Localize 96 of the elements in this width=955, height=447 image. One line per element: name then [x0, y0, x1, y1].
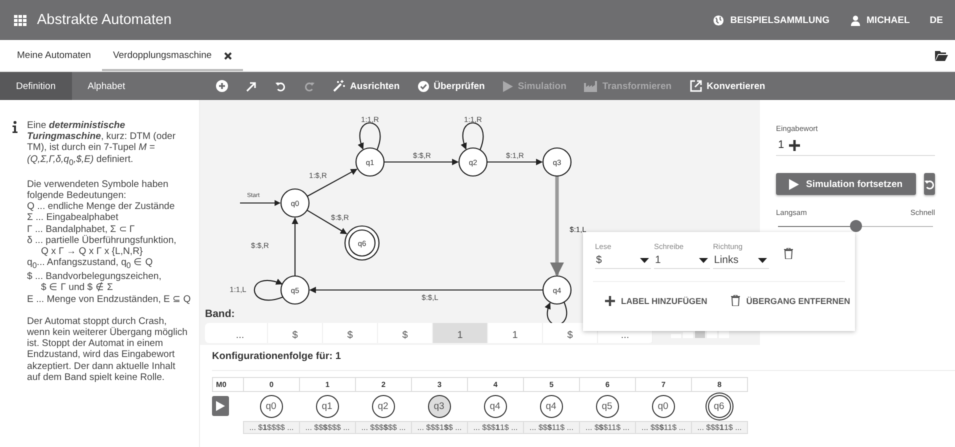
check-circle-icon	[418, 80, 429, 92]
symbol-definition: Q x Γ → Q x Γ x {L,N,R}	[40, 246, 144, 258]
state-node[interactable]: q4	[484, 394, 506, 418]
arrow-icon	[246, 80, 257, 92]
tape-cell: $	[323, 323, 378, 343]
tape-content-cell: ... $$$11$ ...	[523, 421, 580, 434]
play-button[interactable]	[212, 396, 229, 416]
dropdown-field[interactable]: Links	[713, 254, 769, 269]
state-node[interactable]: q4	[540, 394, 562, 418]
factory-icon	[584, 80, 598, 92]
tape-content-cell: ... $$$11$ ...	[579, 421, 636, 434]
user-icon	[850, 14, 861, 26]
add-label-button[interactable]: LABEL HINZUFÜGEN	[605, 295, 708, 306]
transition-arrow[interactable]	[309, 286, 543, 294]
state-node[interactable]: q5	[596, 394, 618, 418]
tape-content-cell: ... $$$$$$ ...	[299, 421, 356, 434]
dropdown-field[interactable]: 1	[654, 254, 710, 269]
toolbar-button[interactable]: Ausrichten	[333, 80, 400, 92]
tape-cell: 1	[433, 323, 488, 343]
tape-content-cell: ... $$$11$ ...	[635, 421, 692, 434]
symbol-definition: $ ... Bandvorbelegungszeichen,	[27, 271, 162, 282]
state-node[interactable]: q0	[260, 394, 282, 418]
transition-arrow[interactable]	[487, 158, 543, 166]
document-tab[interactable]: Verdopplungsmaschine	[102, 40, 243, 71]
tape-content-cell: ... $$$1$$ ...	[411, 421, 468, 434]
reset-icon	[924, 178, 935, 190]
undo-icon	[275, 80, 286, 92]
transition-arrow[interactable]	[254, 279, 284, 301]
tape-content-cell: ... $$$11$ ...	[691, 421, 748, 434]
transition-arrow[interactable]	[461, 122, 484, 150]
globe-icon	[713, 14, 724, 26]
dropdown-field[interactable]: $	[595, 254, 651, 269]
explanation-paragraph: Der Automat stoppt durch Crash, wenn kein weiterer Übergang möglich ist. Stoppt der Automat in einem Endzustand, wird das Eingabewort akzeptiert. Der dann aktuelle Inhalt auf dem Band spielt keine Rolle.	[27, 316, 189, 384]
configuration-sequence-title: Konfigurationenfolge für: 1	[212, 351, 955, 371]
examples-link[interactable]: BEISPIELSAMMLUNG	[713, 14, 830, 26]
language-button[interactable]: DE	[930, 14, 943, 26]
transition-arrow[interactable]	[384, 158, 459, 166]
section-tab[interactable]: Definition	[0, 72, 72, 100]
transition-arrow[interactable]	[306, 210, 348, 234]
symbol-definition: Σ ... Eingabealphabet	[27, 212, 120, 224]
play-icon	[502, 80, 513, 92]
dropdown-caret-icon	[758, 258, 767, 262]
symbol-definition: q$_{0}$... Anfangszustand, q$_{0}$ ∈ Q	[27, 257, 154, 272]
definition-paragraph: Eine deterministische Turingmaschine, kurz: DTM (oder TM), ist durch ein 7-Tupel M = (Q,Σ,Γ,δ,q$_{0}$,$,E) definiert.	[27, 120, 177, 168]
tape-content-cell: ... $$$$$$ ...	[355, 421, 412, 434]
tape-content-cell: ... $$$11$ ...	[467, 421, 524, 434]
state-node[interactable]: q1	[316, 394, 338, 418]
trash-icon[interactable]	[784, 248, 793, 259]
play-icon	[216, 401, 225, 411]
toolbar-button[interactable]: Überprüfen	[418, 80, 485, 92]
undo-button[interactable]	[275, 80, 286, 92]
transition-arrow[interactable]	[292, 217, 298, 276]
folder-icon[interactable]	[935, 51, 948, 61]
tape-cell: ...	[213, 323, 268, 343]
input-field[interactable]: 1	[776, 133, 935, 156]
tape-label: Band:	[205, 308, 235, 320]
apps-grid-icon[interactable]	[14, 14, 27, 26]
transition-arrow[interactable]	[307, 168, 358, 197]
symbol-definition: Γ ... Bandalphabet, Σ ⊂ Γ	[27, 224, 136, 235]
info-icon	[12, 121, 18, 133]
tape-cell: 1	[488, 323, 543, 343]
trash-icon	[731, 295, 740, 306]
symbol-definition: Q ... endliche Menge der Zustände	[27, 201, 176, 212]
play-icon	[789, 178, 799, 190]
start-arrow	[240, 200, 281, 206]
state-node[interactable]: q0	[652, 394, 674, 418]
plus-icon	[605, 296, 615, 306]
section-tab[interactable]: Alphabet	[72, 72, 142, 100]
symbol-definition: δ ... partielle Überführungsfunktion,	[27, 234, 178, 246]
plus-icon[interactable]	[789, 140, 800, 150]
tape-cell: $	[268, 323, 323, 343]
document-tab[interactable]: Meine Automaten	[6, 40, 102, 71]
dropdown-caret-icon	[699, 258, 708, 262]
final-state-node[interactable]: q6	[708, 394, 730, 418]
transition-arrow[interactable]	[358, 122, 381, 150]
magic-wand-icon	[333, 80, 345, 92]
toolbar-button[interactable]: Konvertieren	[690, 80, 766, 92]
state-node[interactable]: q2	[372, 394, 394, 418]
add-state-button[interactable]	[216, 80, 228, 92]
remove-transition-button[interactable]: ÜBERGANG ENTFERNEN	[731, 295, 850, 306]
symbol-definition: E ... Menge von Endzuständen, E ⊆ Q	[27, 294, 191, 305]
continue-simulation-button[interactable]: Simulation fortsetzen	[776, 173, 916, 195]
close-icon[interactable]	[224, 52, 232, 60]
external-link-icon	[690, 80, 702, 92]
plus-circle-icon	[216, 80, 228, 92]
reset-button[interactable]	[924, 173, 935, 195]
redo-icon	[304, 80, 315, 92]
dropdown-caret-icon	[640, 258, 649, 262]
user-menu[interactable]: MICHAEL	[850, 14, 910, 26]
slider-thumb[interactable]	[850, 220, 862, 232]
app-title: Abstrakte Automaten	[37, 12, 172, 28]
state-node[interactable]: q3	[428, 394, 450, 418]
add-transition-button[interactable]	[246, 80, 257, 92]
symbols-intro: Die verwendeten Symbole haben folgende Bedeutungen:	[27, 178, 170, 202]
symbol-definition: $ ∈ Γ und $ ∉ Σ	[40, 282, 114, 294]
tape-content-cell: ... $1$$$$ ...	[243, 421, 300, 434]
